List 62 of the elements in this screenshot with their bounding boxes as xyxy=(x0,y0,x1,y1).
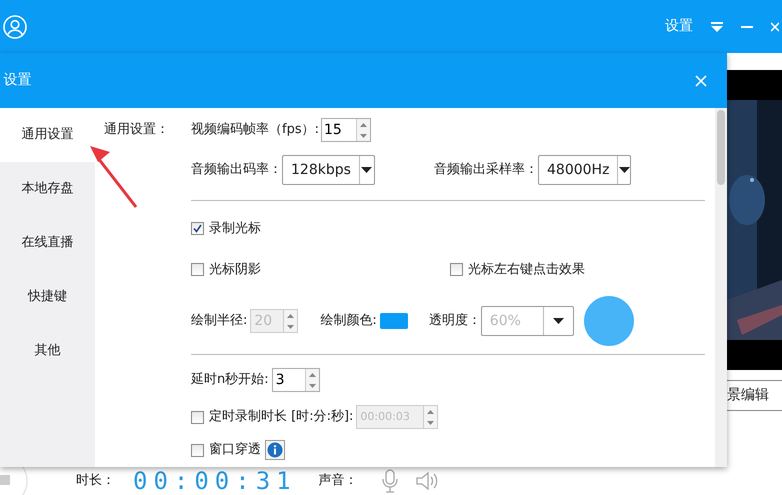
spin-down-button[interactable] xyxy=(356,130,370,141)
up-triangle-icon xyxy=(308,372,316,376)
number-field[interactable]: 15 xyxy=(322,119,356,141)
down-triangle-icon xyxy=(360,134,367,138)
up-triangle-icon xyxy=(427,410,434,414)
spin-down-button[interactable] xyxy=(306,380,319,391)
field-label: 音频输出码率： xyxy=(191,161,282,180)
duration-display: 00:00:31 xyxy=(133,467,297,495)
spin-up-button[interactable] xyxy=(424,406,438,417)
microphone-icon[interactable] xyxy=(382,469,398,493)
down-triangle-icon xyxy=(427,420,434,424)
speaker-icon[interactable] xyxy=(416,471,438,491)
field-label: 透明度： xyxy=(428,312,481,330)
spin-box[interactable]: 15 xyxy=(320,118,371,142)
spin-up-button[interactable] xyxy=(306,369,319,380)
duration-label: 时长： xyxy=(76,472,115,490)
close-icon[interactable] xyxy=(770,20,779,32)
checkbox[interactable] xyxy=(191,444,204,456)
checkbox-label: 光标阴影 xyxy=(209,260,261,278)
dropdown[interactable]: 48000Hz xyxy=(538,155,631,185)
up-triangle-icon xyxy=(287,314,294,318)
nav-tab[interactable]: 其他 xyxy=(0,324,95,378)
minimize-icon[interactable] xyxy=(740,26,753,28)
caret-icon xyxy=(618,167,630,173)
caret-icon xyxy=(361,167,372,173)
spin-box[interactable]: 3 xyxy=(272,368,320,392)
dropdown-icon[interactable] xyxy=(710,22,723,32)
field-label: 绘制半径: xyxy=(191,312,248,330)
scrollbar-thumb[interactable] xyxy=(717,110,725,185)
nav-tab[interactable]: 快捷键 xyxy=(0,270,95,324)
spin-down-button[interactable] xyxy=(284,321,298,332)
close-icon[interactable] xyxy=(694,74,707,86)
checkbox[interactable] xyxy=(450,262,463,276)
nav-tab[interactable]: 在线直播 xyxy=(0,216,95,270)
number-field[interactable]: 3 xyxy=(272,369,305,391)
checkbox-label: 录制光标 xyxy=(209,220,261,238)
checkbox-label: 定时录制时长 [时:分:秒]: xyxy=(209,408,354,426)
down-triangle-icon xyxy=(308,384,316,388)
nav-tab[interactable]: 通用设置 xyxy=(0,108,95,162)
down-triangle-icon xyxy=(287,324,294,328)
nav-tab[interactable]: 本地存盘 xyxy=(0,162,95,216)
user-icon[interactable] xyxy=(3,14,28,38)
dialog-title: 设置 xyxy=(3,71,32,90)
checkbox[interactable] xyxy=(191,262,204,276)
field-label: 绘制颜色: xyxy=(320,312,377,330)
spin-up-button[interactable] xyxy=(284,310,298,321)
caret-icon xyxy=(552,318,564,324)
spin-down-button[interactable] xyxy=(424,417,438,428)
stop-button[interactable] xyxy=(0,467,28,495)
checkbox-label: 窗口穿透 xyxy=(209,441,261,460)
spin-up-button[interactable] xyxy=(356,119,370,130)
info-icon[interactable] xyxy=(265,440,285,460)
field-label: 视频编码帧率（fps）: xyxy=(191,121,319,140)
up-triangle-icon xyxy=(360,122,367,126)
sound-label: 声音： xyxy=(318,472,358,490)
checkbox[interactable] xyxy=(191,222,204,236)
checkbox-label: 光标左右键点击效果 xyxy=(468,260,585,278)
field-label: 音频输出采样率： xyxy=(434,161,538,180)
section-label: 通用设置： xyxy=(104,121,170,138)
dropdown[interactable]: 128kbps xyxy=(282,155,375,185)
field-label: 延时n秒开始: xyxy=(191,371,269,390)
color-swatch[interactable] xyxy=(380,313,408,329)
